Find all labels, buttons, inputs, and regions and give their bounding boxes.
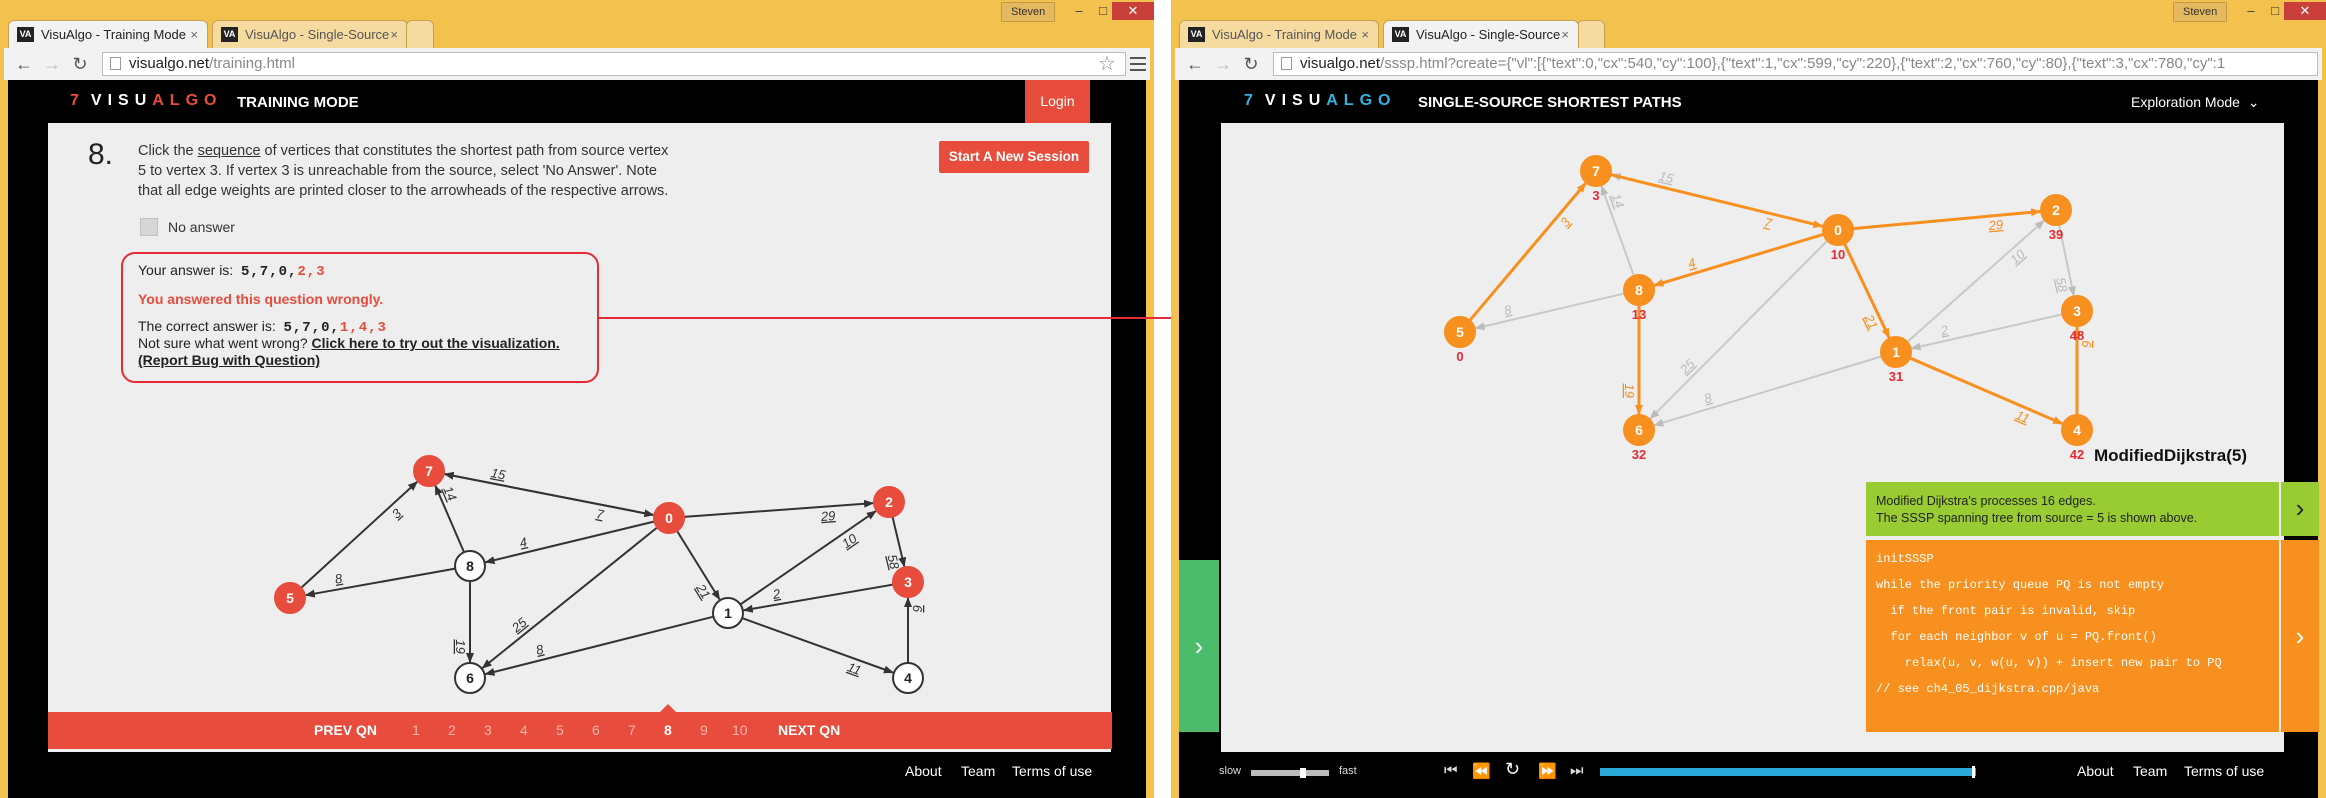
edge-7-0 bbox=[1610, 173, 1824, 228]
footer-team-link[interactable]: Team bbox=[2133, 763, 2167, 779]
edge-0-2 bbox=[1852, 208, 2042, 231]
step-back-icon[interactable]: ⏪ bbox=[1472, 762, 1491, 780]
vertex-2[interactable]: 2 bbox=[2040, 194, 2072, 226]
code-line-3: if the front pair is invalid, skip bbox=[1876, 604, 2136, 618]
tab-training-mode[interactable]: VA VisuAlgo - Training Mode × bbox=[8, 20, 208, 48]
chevron-right-icon: › bbox=[2295, 493, 2305, 523]
code-line-5: relax(u, v, w(u, v)) + insert new pair t… bbox=[1876, 656, 2222, 670]
code-collapse-button[interactable]: › bbox=[2281, 540, 2319, 732]
step-forward-icon[interactable]: ⏩ bbox=[1538, 762, 1557, 780]
vertex-distance: 31 bbox=[1889, 369, 1903, 384]
vertex-8[interactable]: 8 bbox=[1623, 274, 1655, 306]
vertex-distance: 32 bbox=[1632, 447, 1646, 462]
go-to-end-icon[interactable]: ⏭ bbox=[1570, 762, 1584, 779]
tab-close-icon[interactable]: × bbox=[190, 21, 198, 48]
edge-weight-label: 3 bbox=[1557, 214, 1574, 230]
vertex-distance: 10 bbox=[1831, 247, 1845, 262]
vertex-label: 1 bbox=[1892, 344, 1900, 360]
vertex-distance: 39 bbox=[2049, 227, 2063, 242]
vertex-label: 7 bbox=[1592, 163, 1600, 179]
vertex-label: 3 bbox=[2073, 303, 2081, 319]
replay-icon[interactable]: ↻ bbox=[1505, 759, 1520, 780]
code-line-2: while the priority queue PQ is not empty bbox=[1876, 578, 2165, 592]
edge-weight-label: 8 bbox=[1702, 390, 1714, 407]
vertex-label: 5 bbox=[1456, 324, 1464, 340]
edge-weight-label: 4 bbox=[1686, 255, 1697, 271]
vertex-5[interactable]: 5 bbox=[1444, 316, 1476, 348]
visualgo-favicon-icon: VA bbox=[17, 27, 34, 42]
show-actions-button[interactable]: › bbox=[1179, 560, 1219, 732]
vertex-0[interactable]: 0 bbox=[1822, 214, 1854, 246]
speed-fast-label: fast bbox=[1339, 765, 1357, 777]
edge-weight-label: 10 bbox=[2007, 246, 2028, 267]
vertex-distance: 3 bbox=[1592, 188, 1599, 203]
vertex-label: 4 bbox=[2073, 422, 2081, 438]
vertex-label: 8 bbox=[1635, 282, 1643, 298]
chevron-right-icon: › bbox=[2295, 621, 2305, 651]
edge-1-4 bbox=[1909, 356, 2064, 426]
status-line-1: Modified Dijkstra's processes 16 edges. bbox=[1876, 494, 2096, 508]
vertex-3[interactable]: 3 bbox=[2061, 295, 2093, 327]
vertex-distance: 13 bbox=[1632, 307, 1646, 322]
edge-weight-label: 2 bbox=[1938, 322, 1950, 339]
visualgo-favicon-icon: VA bbox=[1392, 27, 1409, 42]
edge-5-7 bbox=[1468, 182, 1587, 322]
vertex-distance: 0 bbox=[1456, 349, 1463, 364]
edge-0-8 bbox=[1653, 232, 1825, 287]
edge-3-1 bbox=[1910, 313, 2063, 351]
edge-weight-label: 19 bbox=[1622, 384, 1637, 398]
edge-0-6 bbox=[1649, 239, 1829, 420]
code-line-1: initSSSP bbox=[1876, 552, 1934, 566]
edge-weight-label: 15 bbox=[1657, 168, 1675, 186]
vertex-label: 6 bbox=[1635, 422, 1643, 438]
vertex-distance: 48 bbox=[2070, 328, 2084, 343]
status-collapse-button[interactable]: › bbox=[2281, 482, 2319, 536]
status-panel: Modified Dijkstra's processes 16 edges. … bbox=[1866, 482, 2279, 536]
edge-weight-label: 7 bbox=[1763, 215, 1774, 231]
vertex-6[interactable]: 6 bbox=[1623, 414, 1655, 446]
speed-slider[interactable] bbox=[1251, 770, 1329, 776]
footer-terms-link[interactable]: Terms of use bbox=[2184, 763, 2264, 779]
edge-weight-label: 58 bbox=[2053, 276, 2071, 294]
edge-8-5 bbox=[1474, 292, 1625, 331]
algorithm-title: ModifiedDijkstra(5) bbox=[2094, 446, 2248, 465]
code-line-4: for each neighbor v of u = PQ.front() bbox=[1876, 630, 2157, 644]
status-line-2: The SSSP spanning tree from source = 5 i… bbox=[1876, 511, 2198, 525]
vertex-4[interactable]: 4 bbox=[2061, 414, 2093, 446]
edge-weight-label: 29 bbox=[1987, 217, 2004, 233]
edge-weight-label: 14 bbox=[1608, 191, 1627, 210]
tab-close-icon[interactable]: × bbox=[1561, 21, 1569, 48]
edge-weight-label: 8 bbox=[1502, 302, 1513, 318]
vertex-label: 0 bbox=[1834, 222, 1842, 238]
vertex-1[interactable]: 1 bbox=[1880, 336, 1912, 368]
code-line-6: // see ch4_05_dijkstra.cpp/java bbox=[1876, 682, 2100, 696]
vertex-7[interactable]: 7 bbox=[1580, 155, 1612, 187]
vertex-label: 2 bbox=[2052, 202, 2060, 218]
progress-handle[interactable] bbox=[1972, 766, 1975, 778]
footer-about-link[interactable]: About bbox=[2077, 763, 2114, 779]
tab-single-source[interactable]: VA VisuAlgo - Single-Source × bbox=[1383, 20, 1579, 48]
vertex-distance: 42 bbox=[2070, 447, 2084, 462]
speed-slow-label: slow bbox=[1219, 765, 1242, 777]
chevron-right-icon: › bbox=[1194, 631, 1204, 661]
go-to-start-icon[interactable]: ⏮ bbox=[1444, 762, 1458, 779]
animation-progress-bar[interactable] bbox=[1600, 768, 1976, 776]
pseudocode-panel: initSSSP while the priority queue PQ is … bbox=[1866, 540, 2279, 732]
speed-slider-handle[interactable] bbox=[1300, 768, 1306, 778]
